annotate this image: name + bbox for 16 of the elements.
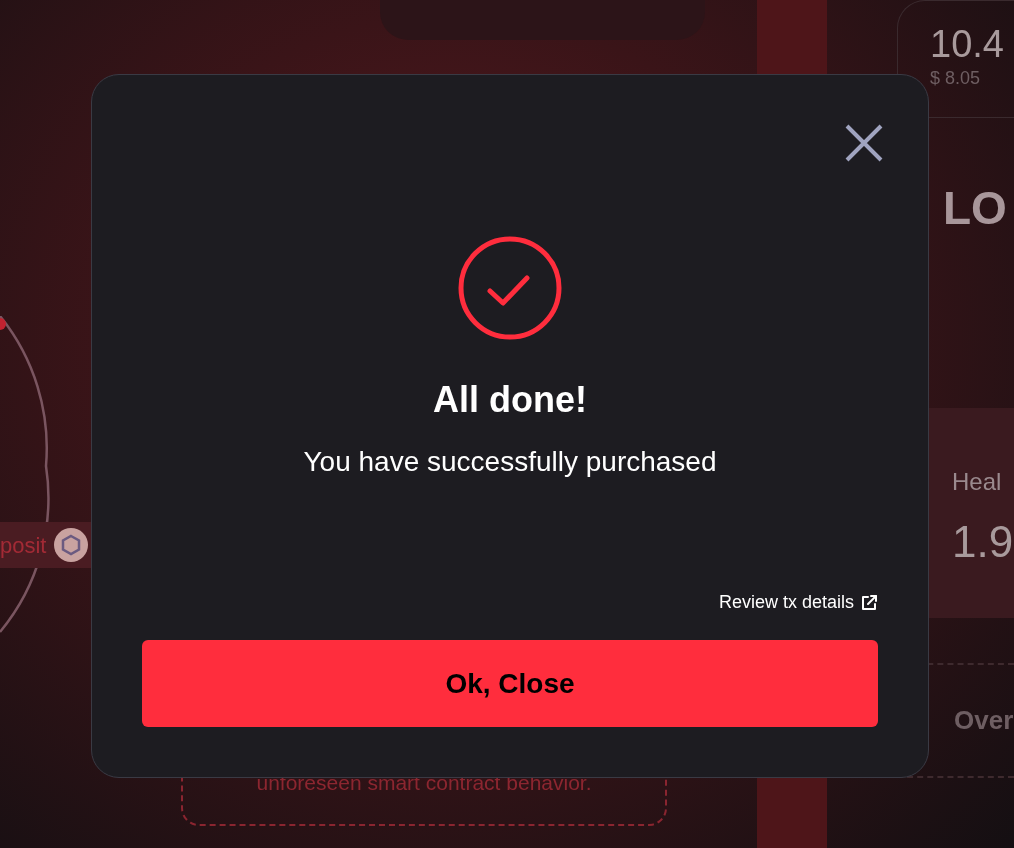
check-circle-icon xyxy=(458,236,562,340)
dialog-message: You have successfully purchased xyxy=(303,445,717,479)
external-link-icon xyxy=(860,593,878,612)
balance-amount: 10.4 xyxy=(930,23,1005,65)
close-button[interactable] xyxy=(844,123,884,163)
overview-label: Over xyxy=(954,704,1014,737)
section-heading: LO xyxy=(943,180,1007,236)
warning-text: unforeseen smart contract behavior. xyxy=(256,770,592,797)
ok-close-button[interactable]: Ok, Close xyxy=(142,640,878,727)
balance-usd: $ 8.05 xyxy=(930,67,982,90)
token-icon xyxy=(54,528,89,562)
health-label: Heal xyxy=(952,467,1003,497)
deposit-label: posit xyxy=(0,531,47,560)
dialog-title: All done! xyxy=(433,378,587,422)
health-value: 1.9 xyxy=(952,518,1014,566)
review-link[interactable]: Review tx details xyxy=(718,589,878,616)
